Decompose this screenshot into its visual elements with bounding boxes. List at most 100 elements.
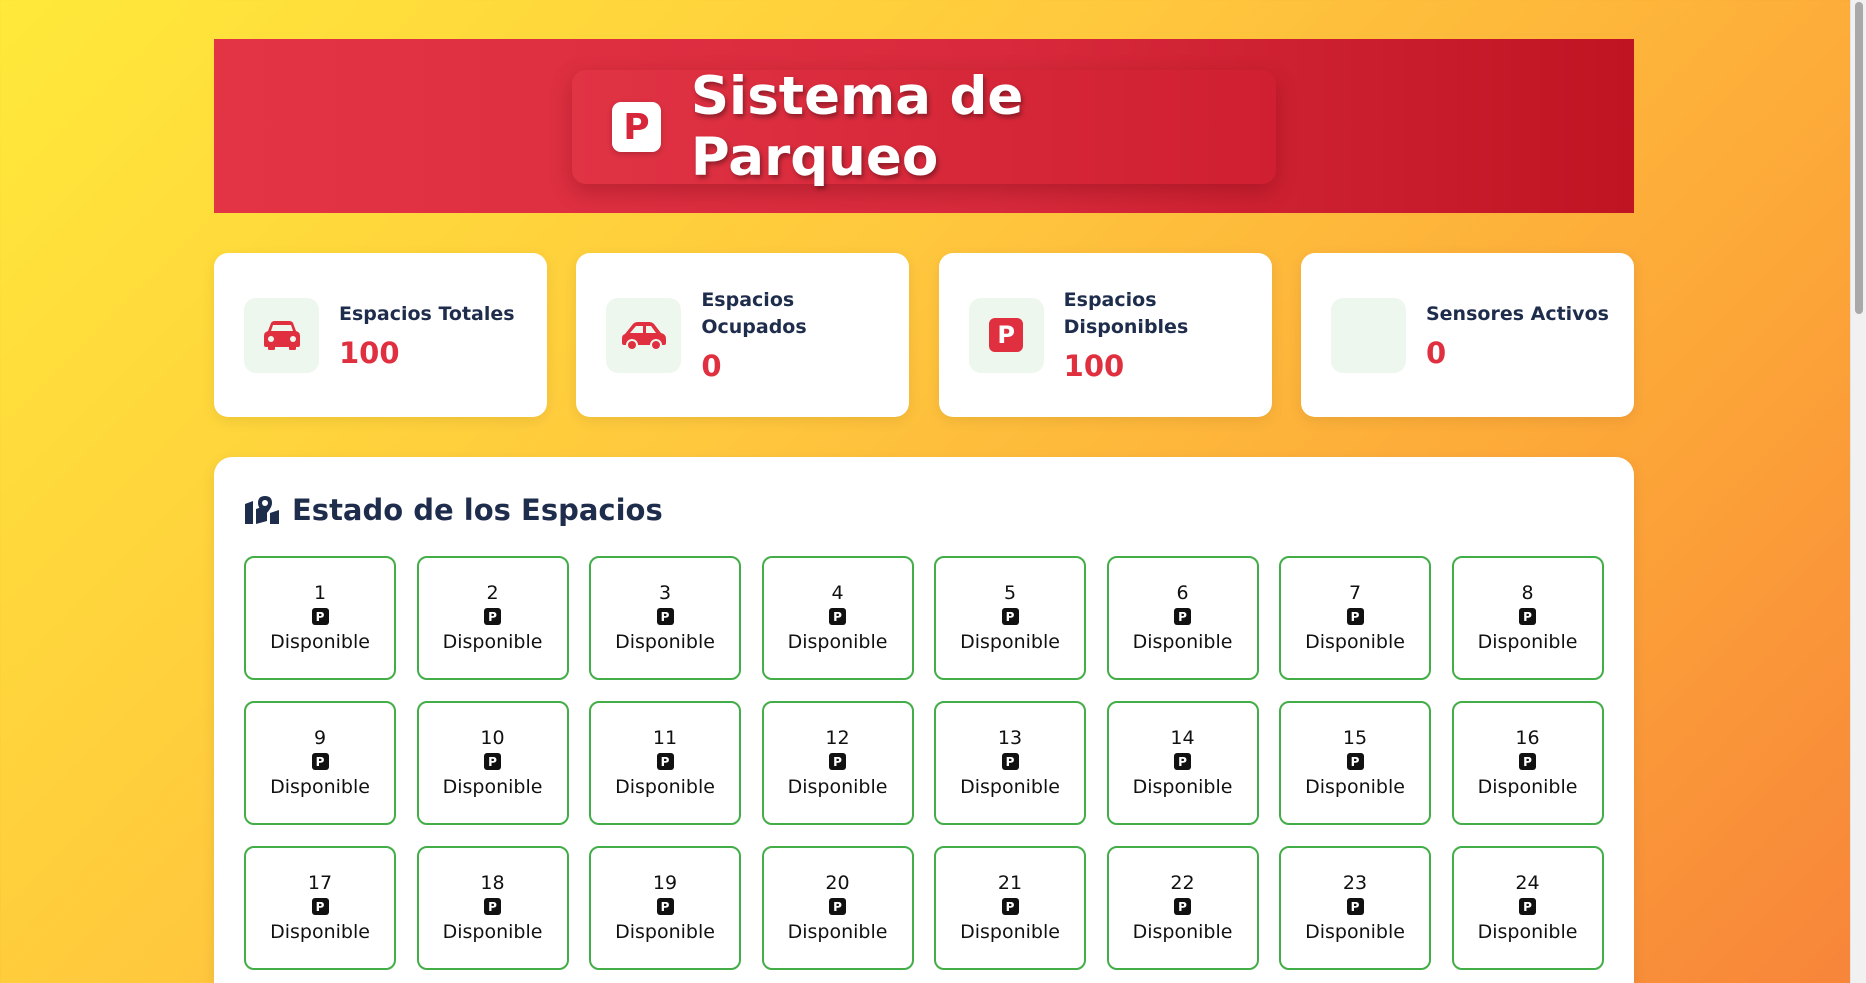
parking-spot[interactable]: 2 P Disponible — [416, 556, 569, 680]
spot-status: Disponible — [1305, 776, 1405, 798]
spot-number: 18 — [480, 872, 505, 894]
spot-number: 11 — [652, 727, 678, 749]
parking-spot[interactable]: 22 P Disponible — [1106, 846, 1259, 970]
stat-label: Espacios Ocupados — [701, 289, 807, 338]
stat-card-occupied: Espacios Ocupados 0 — [576, 253, 910, 417]
car-icon — [244, 297, 319, 373]
stat-card-total: Espacios Totales 100 — [214, 253, 547, 417]
stat-value: 0 — [701, 349, 722, 383]
parking-spot[interactable]: 1 P Disponible — [244, 556, 396, 680]
section-title: Estado de los Espacios — [292, 493, 663, 527]
parking-icon: P — [1001, 898, 1019, 915]
parking-spot[interactable]: 17 P Disponible — [244, 846, 396, 970]
scrollbar[interactable] — [1850, 0, 1866, 983]
parking-spot[interactable]: 18 P Disponible — [416, 846, 569, 970]
stat-value: 100 — [1063, 349, 1125, 383]
header-title-box: P Sistema de Parqueo — [572, 66, 1276, 188]
spot-number: 8 — [1521, 582, 1534, 604]
parking-spot[interactable]: 14 P Disponible — [1106, 701, 1259, 825]
parking-icon: P — [311, 898, 329, 915]
parking-spot[interactable]: 15 P Disponible — [1279, 701, 1431, 825]
parking-logo-icon: P — [612, 102, 661, 152]
stat-card-sensors: Sensores Activos 0 — [1300, 253, 1634, 417]
spot-status: Disponible — [1132, 921, 1233, 943]
spot-status: Disponible — [1477, 631, 1578, 653]
parking-spot[interactable]: 13 P Disponible — [934, 701, 1086, 825]
car-side-icon — [606, 297, 682, 373]
parking-spot[interactable]: 10 P Disponible — [416, 701, 569, 825]
stat-label: Espacios Disponibles — [1063, 289, 1189, 338]
section-heading: Estado de los Espacios — [244, 489, 1604, 531]
parking-icon: P — [656, 608, 674, 625]
stat-card-available: P Espacios Disponibles 100 — [938, 253, 1272, 417]
spot-status: Disponible — [1477, 776, 1578, 798]
page: P Sistema de Parqueo Espacios Totales 10… — [214, 39, 1634, 983]
spot-status: Disponible — [960, 921, 1060, 943]
parking-icon: P — [829, 753, 846, 770]
stat-value: 0 — [1425, 335, 1447, 370]
parking-spot[interactable]: 11 P Disponible — [589, 701, 741, 825]
parking-spot[interactable]: 21 P Disponible — [934, 846, 1086, 970]
parking-spot[interactable]: 23 P Disponible — [1279, 846, 1431, 970]
spot-status: Disponible — [270, 921, 370, 943]
spot-status: Disponible — [1132, 631, 1233, 653]
parking-spot[interactable]: 6 P Disponible — [1106, 556, 1259, 680]
parking-spot[interactable]: 12 P Disponible — [761, 701, 914, 825]
spot-number: 12 — [825, 727, 850, 749]
spot-number: 19 — [652, 872, 678, 894]
spot-number: 17 — [307, 872, 333, 894]
spot-status: Disponible — [960, 631, 1060, 653]
parking-spot[interactable]: 19 P Disponible — [589, 846, 741, 970]
spot-status: Disponible — [1477, 921, 1578, 943]
parking-icon: P — [829, 608, 846, 625]
spot-number: 21 — [997, 872, 1023, 894]
sensor-icon — [1330, 297, 1406, 373]
spaces-panel: Estado de los Espacios 1 P Disponible 2 P Dis… — [214, 457, 1634, 983]
parking-icon: P — [484, 608, 501, 625]
spot-status: Disponible — [615, 776, 715, 798]
parking-icon: P — [1346, 608, 1364, 625]
spot-number: 24 — [1515, 872, 1540, 894]
parking-icon: P — [311, 753, 329, 770]
stat-label: Sensores Activos — [1425, 302, 1609, 325]
parking-spot[interactable]: 4 P Disponible — [761, 556, 914, 680]
parking-icon: P — [968, 297, 1044, 373]
parking-spot[interactable]: 8 P Disponible — [1451, 556, 1604, 680]
scrollbar-thumb[interactable] — [1855, 2, 1863, 314]
parking-spot[interactable]: 20 P Disponible — [761, 846, 914, 970]
spot-status: Disponible — [442, 631, 543, 653]
parking-spot[interactable]: 16 P Disponible — [1451, 701, 1604, 825]
parking-spot[interactable]: 3 P Disponible — [589, 556, 741, 680]
page-title: Sistema de Parqueo — [690, 66, 1024, 188]
spot-status: Disponible — [787, 776, 888, 798]
spot-status: Disponible — [442, 921, 543, 943]
spot-number: 9 — [313, 727, 327, 749]
header-banner: P Sistema de Parqueo — [214, 39, 1634, 213]
spot-status: Disponible — [615, 631, 715, 653]
spot-number: 6 — [1176, 582, 1189, 604]
spot-status: Disponible — [615, 921, 715, 943]
parking-icon: P — [311, 608, 329, 625]
spot-number: 4 — [831, 582, 844, 604]
parking-spot[interactable]: 7 P Disponible — [1279, 556, 1431, 680]
parking-icon: P — [656, 753, 674, 770]
stat-label: Espacios Totales — [339, 302, 515, 325]
spot-number: 10 — [480, 727, 505, 749]
spot-status: Disponible — [960, 776, 1060, 798]
spot-status: Disponible — [1305, 631, 1405, 653]
parking-icon: P — [1519, 608, 1536, 625]
spot-number: 3 — [658, 582, 672, 604]
spot-number: 16 — [1515, 727, 1540, 749]
spot-status: Disponible — [1132, 776, 1233, 798]
spot-status: Disponible — [787, 631, 888, 653]
spot-status: Disponible — [442, 776, 543, 798]
parking-spot[interactable]: 5 P Disponible — [934, 556, 1086, 680]
parking-spot[interactable]: 9 P Disponible — [244, 701, 396, 825]
parking-spot[interactable]: 24 P Disponible — [1451, 846, 1604, 970]
spot-status: Disponible — [270, 631, 370, 653]
parking-icon: P — [1001, 753, 1019, 770]
parking-icon: P — [1346, 898, 1364, 915]
parking-icon: P — [1174, 753, 1191, 770]
stat-value: 100 — [339, 335, 400, 370]
spot-number: 2 — [486, 582, 499, 604]
